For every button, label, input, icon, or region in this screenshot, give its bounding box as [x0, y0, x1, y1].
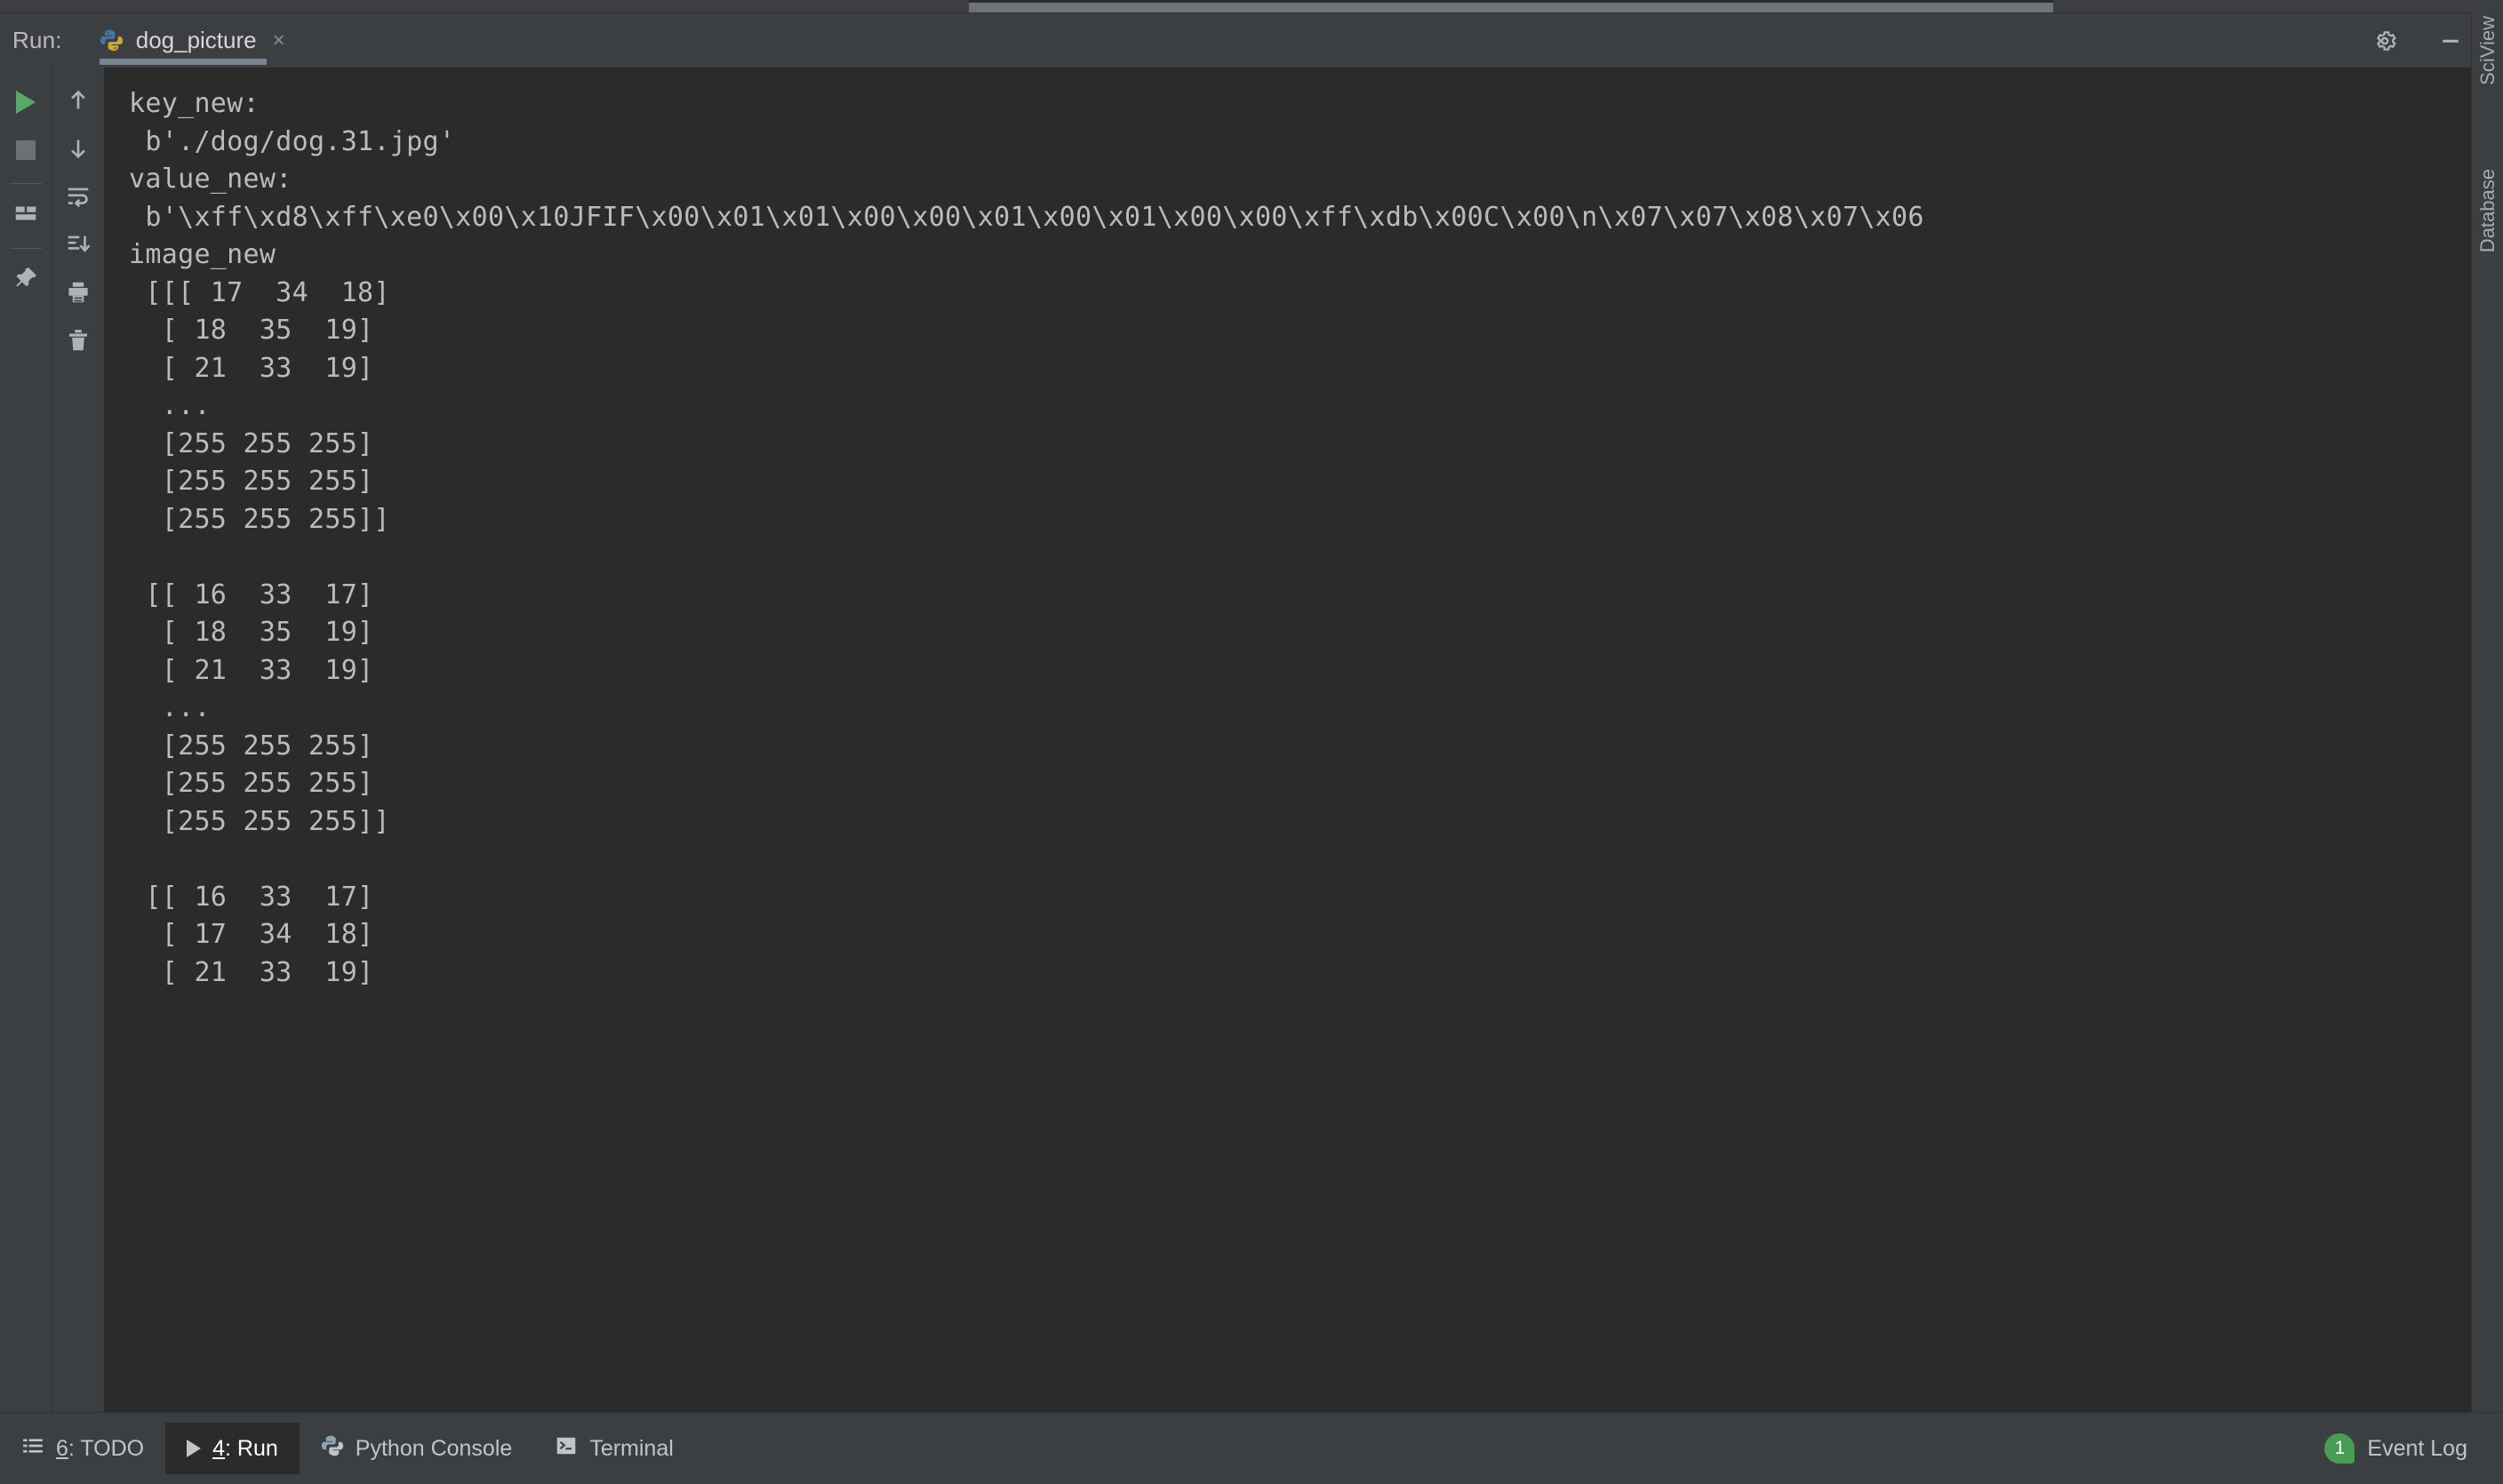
trash-icon	[65, 327, 92, 358]
statusbar-python-console[interactable]: Python Console	[300, 1423, 534, 1474]
stop-square-icon	[16, 140, 36, 160]
console-line: value_new:	[129, 164, 292, 195]
python-icon	[100, 28, 124, 52]
statusbar-terminal[interactable]: Terminal	[533, 1423, 694, 1474]
layout-grid-icon	[12, 200, 39, 231]
console-line: ...	[129, 390, 211, 421]
statusbar-terminal-label: Terminal	[589, 1435, 674, 1461]
event-log-label[interactable]: Event Log	[2367, 1436, 2467, 1462]
statusbar-todo-number: 6	[56, 1435, 68, 1461]
tab-dog-picture[interactable]: dog_picture ×	[94, 13, 294, 68]
statusbar-python-console-label: Python Console	[355, 1435, 513, 1461]
play-triangle-icon	[187, 1440, 202, 1457]
pin-button[interactable]	[4, 258, 48, 302]
pycharm-run-window: Run: dog_picture × key_new: b'./dog/dog.…	[0, 0, 2503, 1484]
toolbar-separator	[10, 183, 42, 184]
scroll-to-end-button[interactable]	[56, 224, 100, 268]
toolbar-separator-2	[10, 248, 42, 249]
console-line: [ 18 35 19]	[129, 315, 374, 346]
stop-button[interactable]	[4, 128, 48, 172]
soft-wrap-button[interactable]	[56, 176, 100, 220]
top-strip-left-filler	[0, 0, 969, 12]
statusbar-right: 1 Event Log	[2324, 1433, 2503, 1464]
console-line: [ 18 35 19]	[129, 617, 374, 648]
statusbar-todo-text: : TODO	[68, 1435, 145, 1461]
console-line: ...	[129, 692, 211, 723]
print-button[interactable]	[56, 272, 100, 316]
statusbar-run-text: : Run	[225, 1435, 278, 1461]
event-log-badge: 1	[2324, 1433, 2355, 1464]
close-icon[interactable]: ×	[273, 29, 285, 52]
play-triangle-icon	[16, 91, 36, 114]
minimize-icon[interactable]	[2437, 28, 2464, 54]
run-console-output[interactable]: key_new: b'./dog/dog.31.jpg' value_new: b…	[104, 68, 2503, 1412]
run-toolbar-secondary	[52, 68, 103, 1412]
statusbar-run[interactable]: 4: Run	[165, 1423, 300, 1474]
top-strip-right-filler	[2053, 0, 2503, 12]
console-line: [255 255 255]	[129, 427, 374, 459]
run-window-label: Run:	[12, 27, 62, 53]
soft-wrap-icon	[65, 183, 92, 214]
pin-icon	[12, 265, 39, 296]
gear-icon[interactable]	[2371, 28, 2398, 54]
console-line: [[[ 17 34 18]	[129, 276, 390, 308]
arrow-down-icon	[65, 135, 92, 166]
console-line: [ 21 33 19]	[129, 956, 374, 988]
console-line: [255 255 255]	[129, 466, 374, 497]
console-line: [255 255 255]]	[129, 805, 390, 837]
arrow-up-icon	[65, 87, 92, 118]
statusbar-run-label: 4: Run	[212, 1436, 278, 1462]
console-line: [ 21 33 19]	[129, 352, 374, 384]
run-tool-window-header: Run: dog_picture ×	[0, 12, 2503, 68]
console-line: [[ 16 33 17]	[129, 881, 374, 913]
terminal-icon	[555, 1434, 578, 1464]
status-bar: 6: TODO 4: Run Python Console Terminal 1…	[0, 1412, 2503, 1484]
printer-icon	[65, 279, 92, 310]
run-toolbar-primary	[0, 68, 52, 1412]
statusbar-todo-label: 6: TODO	[56, 1436, 144, 1462]
console-line: [255 255 255]	[129, 768, 374, 799]
layout-button[interactable]	[4, 193, 48, 237]
clear-all-button[interactable]	[56, 320, 100, 364]
sciview-tool-tab[interactable]: SciView	[2476, 16, 2499, 85]
console-text: key_new: b'./dog/dog.31.jpg' value_new: b…	[104, 68, 2503, 992]
scroll-to-end-icon	[65, 231, 92, 262]
console-line: [ 17 34 18]	[129, 919, 374, 950]
top-scrollbar-track[interactable]	[0, 0, 2503, 12]
right-tool-strip: SciView Database	[2471, 12, 2503, 1412]
console-line: [[ 16 33 17]	[129, 578, 374, 610]
python-icon	[321, 1434, 344, 1464]
console-line: [255 255 255]]	[129, 503, 390, 535]
console-line: image_new	[129, 239, 276, 270]
list-icon	[21, 1434, 44, 1464]
top-scrollbar-thumb[interactable]	[969, 3, 2053, 12]
next-occurrence-button[interactable]	[56, 128, 100, 172]
statusbar-todo[interactable]: 6: TODO	[0, 1423, 165, 1474]
statusbar-run-number: 4	[212, 1435, 226, 1461]
console-line: b'\xff\xd8\xff\xe0\x00\x10JFIF\x00\x01\x…	[129, 201, 1924, 233]
console-line: [ 21 33 19]	[129, 654, 374, 686]
console-line: [255 255 255]	[129, 730, 374, 762]
console-line: key_new:	[129, 88, 260, 119]
prev-occurrence-button[interactable]	[56, 80, 100, 124]
tab-title: dog_picture	[135, 27, 257, 53]
database-tool-tab[interactable]: Database	[2476, 169, 2499, 252]
rerun-button[interactable]	[4, 80, 48, 124]
console-line: b'./dog/dog.31.jpg'	[129, 125, 456, 157]
